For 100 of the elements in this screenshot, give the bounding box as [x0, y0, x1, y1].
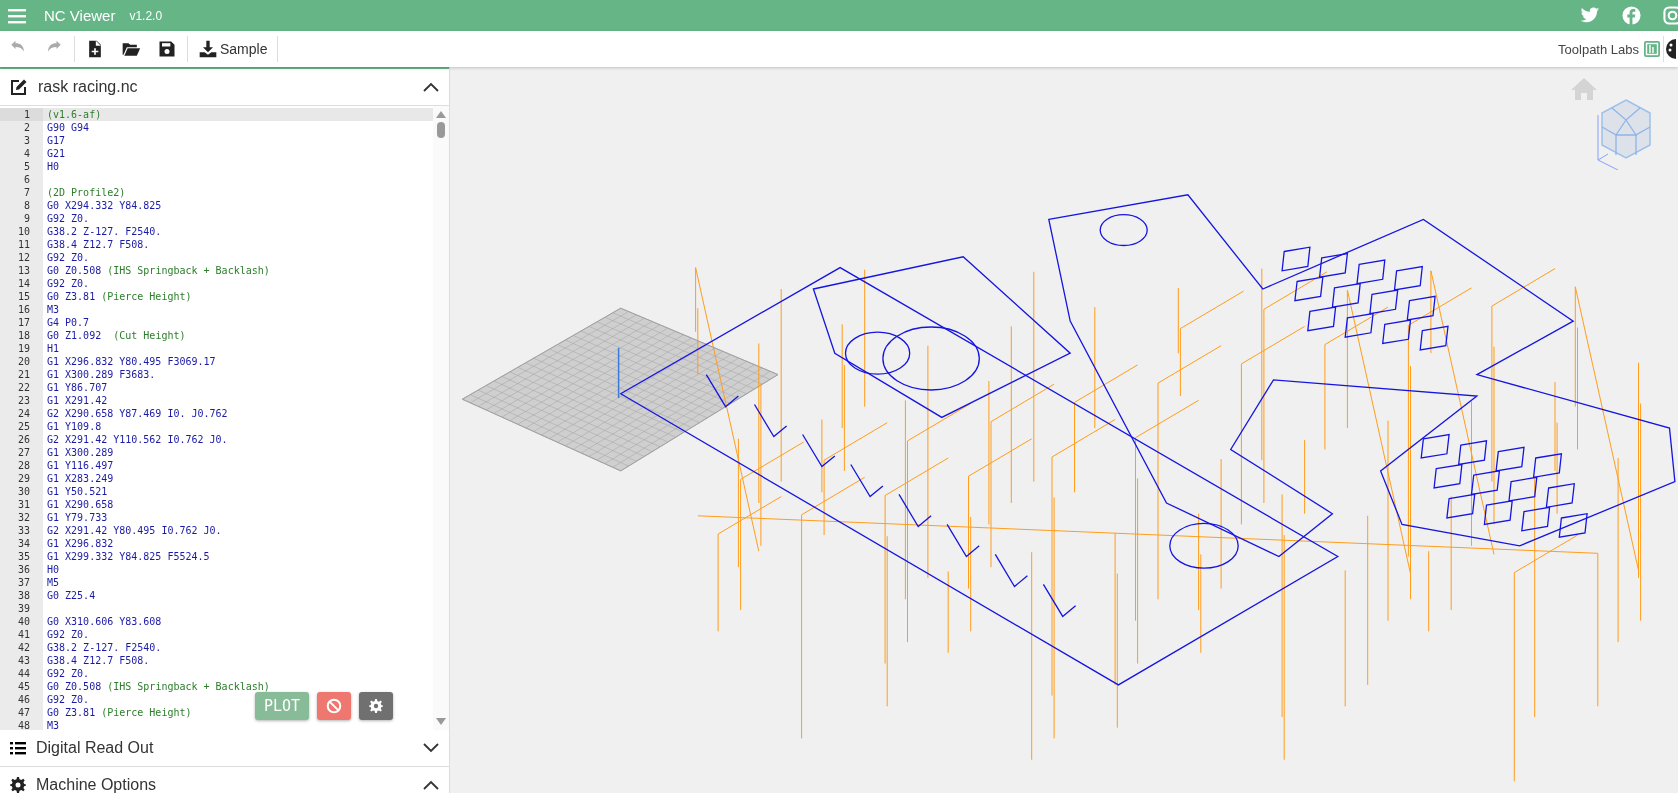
- code-line: G1 X296.832 Y80.495 F3069.17: [46, 355, 216, 368]
- expand-icon[interactable]: [423, 743, 439, 753]
- app-title: NC Viewer: [44, 7, 116, 24]
- code-editor[interactable]: [0, 106, 449, 730]
- file-name: rask racing.nc: [38, 78, 139, 96]
- line-number: 16: [0, 303, 43, 316]
- code-line: G92 Z0.: [46, 251, 90, 264]
- code-line: H1: [46, 342, 60, 355]
- line-number: 24: [0, 407, 43, 420]
- line-number: 4: [0, 147, 43, 160]
- code-line: M3: [46, 719, 60, 730]
- code-line: G92 Z0.: [46, 628, 90, 641]
- line-number: 25: [0, 420, 43, 433]
- code-line: G90 G94: [46, 121, 90, 134]
- collapse-icon[interactable]: [423, 82, 439, 92]
- logo-icon: [1643, 40, 1661, 58]
- code-line: G1 X300.289 F3683.: [46, 368, 156, 381]
- line-number: 23: [0, 394, 43, 407]
- facebook-icon[interactable]: [1622, 6, 1641, 25]
- app-version: v1.2.0: [129, 8, 163, 23]
- line-number: 40: [0, 615, 43, 628]
- code-line: G1 X299.332 Y84.825 F5524.5: [46, 550, 210, 563]
- code-line: G2 X291.42 Y110.562 I0.762 J0.: [46, 433, 228, 446]
- settings-button[interactable]: [359, 692, 393, 720]
- code-line: G1 X283.249: [46, 472, 114, 485]
- line-number: 28: [0, 459, 43, 472]
- code-line: G0 X294.332 Y84.825: [46, 199, 162, 212]
- edit-icon: [10, 78, 28, 96]
- code-line: G1 X290.658: [46, 498, 114, 511]
- code-line: G38.4 Z12.7 F508.: [46, 654, 150, 667]
- line-number: 45: [0, 680, 43, 693]
- save-icon[interactable]: [157, 39, 177, 59]
- download-icon[interactable]: [198, 39, 218, 59]
- code-line: G38.2 Z-127. F2540.: [46, 641, 162, 654]
- code-line: G17: [46, 134, 66, 147]
- code-line: G38.4 Z12.7 F508.: [46, 238, 150, 251]
- line-number: 5: [0, 160, 43, 173]
- gear-icon: [369, 699, 383, 713]
- code-line: (v1.6-af): [46, 108, 102, 121]
- scrollbar[interactable]: [433, 106, 449, 730]
- line-number: 47: [0, 706, 43, 719]
- line-number: 8: [0, 199, 43, 212]
- code-line: G0 Z3.81 (Pierce Height): [46, 290, 192, 303]
- line-number: 46: [0, 693, 43, 706]
- code-line: G1 X291.42: [46, 394, 108, 407]
- collapse-icon[interactable]: [423, 780, 439, 790]
- code-line: G1 Y50.521: [46, 485, 108, 498]
- line-number: 26: [0, 433, 43, 446]
- code-line: G2 X291.42 Y80.495 I0.762 J0.: [46, 524, 222, 537]
- line-number: 42: [0, 641, 43, 654]
- code-line: G92 Z0.: [46, 693, 90, 706]
- line-number: 31: [0, 498, 43, 511]
- code-line: G0 Z0.508 (IHS Springback + Backlash): [46, 264, 270, 277]
- line-number: 12: [0, 251, 43, 264]
- line-number: 22: [0, 381, 43, 394]
- line-number: 11: [0, 238, 43, 251]
- scroll-up-icon[interactable]: [436, 110, 446, 118]
- line-number: 34: [0, 537, 43, 550]
- line-number: 36: [0, 563, 43, 576]
- scrollbar-thumb[interactable]: [437, 122, 445, 138]
- line-number: 38: [0, 589, 43, 602]
- line-number: 30: [0, 485, 43, 498]
- line-number: 18: [0, 329, 43, 342]
- code-line: G92 Z0.: [46, 212, 90, 225]
- gear-icon: [10, 777, 26, 793]
- line-number: 2: [0, 121, 43, 134]
- line-number: 13: [0, 264, 43, 277]
- code-line: G4 P0.7: [46, 316, 90, 329]
- line-number: 37: [0, 576, 43, 589]
- code-line: G1 Y86.707: [46, 381, 108, 394]
- stop-button[interactable]: [317, 692, 351, 720]
- camera-icon[interactable]: [1663, 6, 1678, 25]
- code-line: G1 Y109.8: [46, 420, 102, 433]
- line-number: 3: [0, 134, 43, 147]
- code-line: G0 Z25.4: [46, 589, 96, 602]
- code-line: G1 X300.289: [46, 446, 114, 459]
- line-number: 35: [0, 550, 43, 563]
- code-line: M5: [46, 576, 60, 589]
- code-line: G1 Y79.733: [46, 511, 108, 524]
- line-number: 19: [0, 342, 43, 355]
- line-number: 27: [0, 446, 43, 459]
- line-number: 21: [0, 368, 43, 381]
- line-number: 6: [0, 173, 43, 186]
- code-line: (2D Profile2): [46, 186, 126, 199]
- download-button[interactable]: Sample: [190, 35, 276, 63]
- line-number: 29: [0, 472, 43, 485]
- bird-icon[interactable]: [1580, 7, 1600, 24]
- editor-header[interactable]: rask racing.nc: [0, 67, 449, 106]
- code-line: G0 X310.606 Y83.608: [46, 615, 162, 628]
- code-line: G0 Z3.81 (Pierce Height): [46, 706, 192, 719]
- scroll-down-icon[interactable]: [436, 718, 446, 726]
- code-line: H0: [46, 563, 60, 576]
- brand-name: Toolpath Labs: [1558, 41, 1639, 57]
- line-number: 1: [0, 108, 43, 121]
- code-line: G1 X296.832: [46, 537, 114, 550]
- code-line: H0: [46, 160, 60, 173]
- code-line: G21: [46, 147, 66, 160]
- line-number: 14: [0, 277, 43, 290]
- line-number: 17: [0, 316, 43, 329]
- line-number: 39: [0, 602, 43, 615]
